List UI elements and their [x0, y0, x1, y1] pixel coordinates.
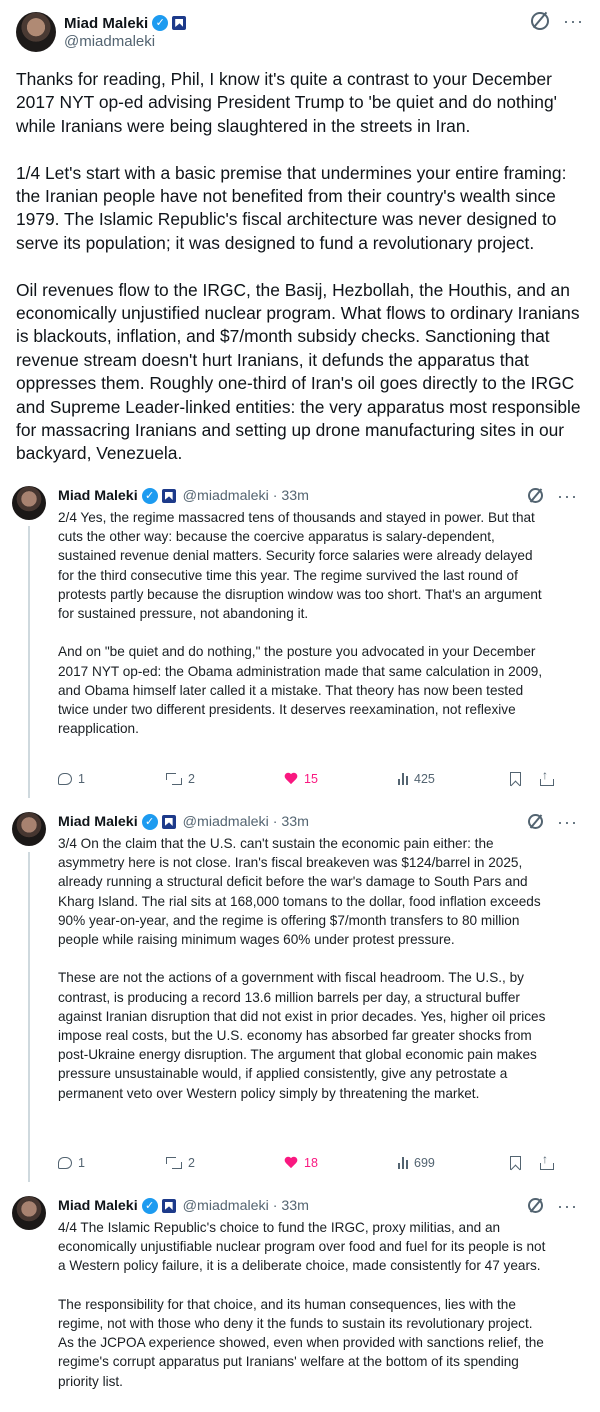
avatar[interactable] — [12, 812, 46, 846]
affiliate-badge-icon[interactable] — [161, 815, 176, 829]
repost-count: 2 — [188, 772, 195, 786]
author-name[interactable]: Miad Maleki — [58, 488, 138, 504]
tweet-paragraph: Oil revenues flow to the IRGC, the Basij… — [16, 279, 581, 464]
reply-button[interactable]: 1 — [58, 772, 85, 786]
affiliate-badge-icon[interactable] — [161, 1199, 176, 1213]
reply-paragraph: 4/4 The Islamic Republic's choice to fun… — [58, 1220, 546, 1274]
tweet-actions: ··· — [531, 12, 584, 30]
thread-line — [28, 852, 30, 1182]
bookmark-icon — [510, 772, 521, 786]
reply-icon — [58, 773, 72, 785]
bookmark-button[interactable] — [510, 772, 521, 786]
reply-paragraph: 3/4 On the claim that the U.S. can't sus… — [58, 836, 541, 948]
like-button[interactable]: 18 — [284, 1156, 318, 1170]
handle-and-time[interactable]: @miadmaleki · 33m — [183, 1198, 309, 1214]
views-icon — [398, 1157, 408, 1169]
views-count: 699 — [414, 1156, 435, 1170]
heart-icon — [284, 773, 298, 786]
share-button[interactable] — [540, 768, 554, 786]
verified-badge-icon: ✓ — [141, 488, 158, 504]
like-count: 15 — [304, 772, 318, 786]
grok-icon[interactable] — [528, 488, 544, 503]
reply-body: 4/4 The Islamic Republic's choice to fun… — [58, 1218, 550, 1391]
repost-button[interactable]: 2 — [166, 772, 195, 786]
reply-header: Miad Maleki ✓ @miadmaleki · 33m — [58, 486, 309, 506]
reply-paragraph: 2/4 Yes, the regime massacred tens of th… — [58, 510, 542, 622]
avatar[interactable] — [12, 486, 46, 520]
views-icon — [398, 773, 408, 785]
affiliate-badge-icon[interactable] — [172, 16, 187, 30]
verified-badge-icon: ✓ — [152, 15, 169, 31]
author-name[interactable]: Miad Maleki — [58, 814, 138, 830]
tweet-body: Thanks for reading, Phil, I know it's qu… — [16, 68, 586, 489]
avatar[interactable] — [16, 12, 56, 52]
handle-and-time[interactable]: @miadmaleki · 33m — [183, 488, 309, 504]
engagement-bar: 1 2 15 425 — [58, 768, 558, 792]
tweet-paragraph: Thanks for reading, Phil, I know it's qu… — [16, 69, 557, 136]
more-icon[interactable]: ··· — [557, 1197, 578, 1215]
reply-paragraph: These are not the actions of a governmen… — [58, 970, 546, 1101]
like-button[interactable]: 15 — [284, 772, 318, 786]
bookmark-button[interactable] — [510, 1156, 521, 1170]
reply-actions: ··· — [528, 487, 578, 505]
verified-badge-icon: ✓ — [141, 814, 158, 830]
reply-body: 3/4 On the claim that the U.S. can't sus… — [58, 834, 550, 1103]
like-count: 18 — [304, 1156, 318, 1170]
grok-icon[interactable] — [528, 814, 544, 829]
share-icon — [540, 768, 554, 786]
views-button[interactable]: 425 — [398, 772, 435, 786]
repost-button[interactable]: 2 — [166, 1156, 195, 1170]
bookmark-icon — [510, 1156, 521, 1170]
repost-icon — [166, 1157, 182, 1169]
grok-icon[interactable] — [531, 12, 550, 30]
author-name[interactable]: Miad Maleki — [64, 15, 148, 32]
reply-count: 1 — [78, 1156, 85, 1170]
views-button[interactable]: 699 — [398, 1156, 435, 1170]
grok-icon[interactable] — [528, 1198, 544, 1213]
thread-reply: Miad Maleki ✓ @miadmaleki · 33m ··· 4/4 … — [0, 1196, 600, 1412]
views-count: 425 — [414, 772, 435, 786]
reply-body: 2/4 Yes, the regime massacred tens of th… — [58, 508, 550, 738]
thread-reply: Miad Maleki ✓ @miadmaleki · 33m ··· 3/4 … — [0, 812, 600, 1184]
verified-badge-icon: ✓ — [141, 1198, 158, 1214]
reply-header: Miad Maleki ✓ @miadmaleki · 33m — [58, 812, 309, 832]
repost-count: 2 — [188, 1156, 195, 1170]
repost-icon — [166, 773, 182, 785]
handle-and-time[interactable]: @miadmaleki · 33m — [183, 814, 309, 830]
reply-paragraph: The responsibility for that choice, and … — [58, 1296, 544, 1389]
more-icon[interactable]: ··· — [557, 813, 578, 831]
reply-paragraph: And on "be quiet and do nothing," the po… — [58, 644, 543, 737]
more-icon[interactable]: ··· — [557, 487, 578, 505]
engagement-bar: 1 2 18 699 — [58, 1152, 558, 1176]
thread-line — [28, 526, 30, 798]
share-icon — [540, 1152, 554, 1170]
author-name-row: Miad Maleki ✓ — [64, 12, 187, 34]
main-tweet: Miad Maleki ✓ @miadmaleki ··· Thanks for… — [0, 0, 600, 470]
reply-count: 1 — [78, 772, 85, 786]
author-handle[interactable]: @miadmaleki — [64, 33, 155, 50]
reply-icon — [58, 1157, 72, 1169]
tweet-paragraph: 1/4 Let's start with a basic premise tha… — [16, 162, 567, 253]
author-name[interactable]: Miad Maleki — [58, 1198, 138, 1214]
share-button[interactable] — [540, 1152, 554, 1170]
reply-button[interactable]: 1 — [58, 1156, 85, 1170]
reply-actions: ··· — [528, 813, 578, 831]
reply-actions: ··· — [528, 1197, 578, 1215]
avatar[interactable] — [12, 1196, 46, 1230]
thread-reply: Miad Maleki ✓ @miadmaleki · 33m ··· 2/4 … — [0, 486, 600, 806]
more-icon[interactable]: ··· — [563, 12, 584, 30]
heart-icon — [284, 1157, 298, 1170]
reply-header: Miad Maleki ✓ @miadmaleki · 33m — [58, 1196, 309, 1216]
affiliate-badge-icon[interactable] — [161, 489, 176, 503]
